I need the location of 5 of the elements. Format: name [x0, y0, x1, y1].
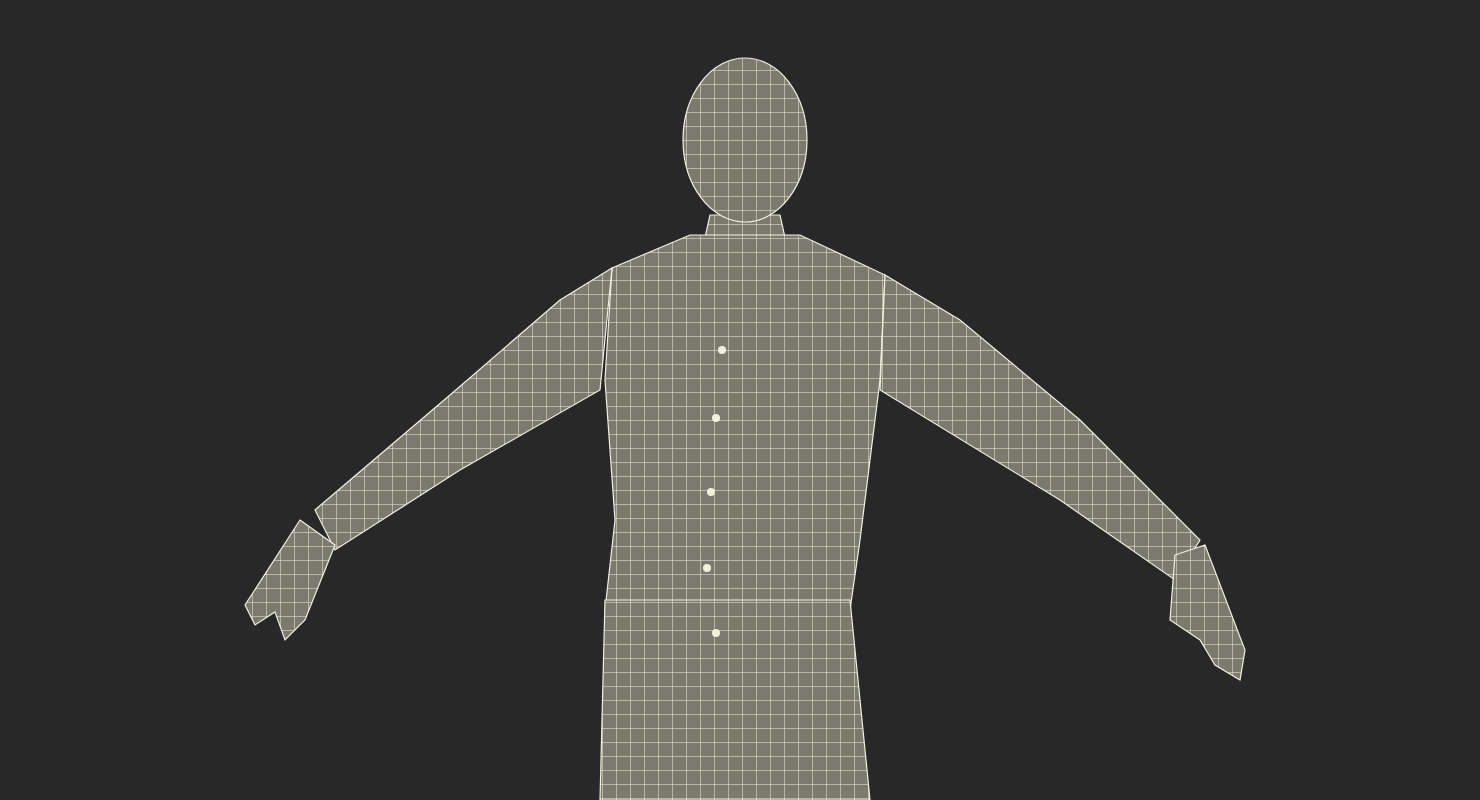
- shirt-button-icon: [703, 564, 711, 572]
- shirt-button-icon: [707, 488, 715, 496]
- pants-button-icon: [712, 629, 720, 637]
- shirt-button-icon: [712, 414, 720, 422]
- shirt-button-icon: [718, 346, 726, 354]
